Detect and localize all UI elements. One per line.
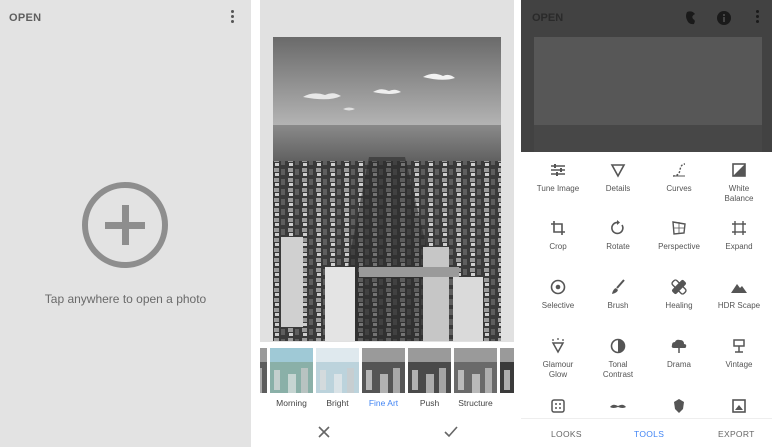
tool-vintage[interactable]: Vintage [708,337,770,370]
look-item[interactable]: Push [408,348,451,408]
look-thumbnail[interactable] [408,348,451,393]
tool-label: Tune Image [536,184,580,193]
tool-label: HDR Scape [717,301,761,310]
tool-label: Perspective [658,242,700,251]
bottom-tab-bar: LOOKS TOOLS EXPORT [521,418,772,447]
dimmed-photo [534,37,762,152]
mustache-icon [609,397,627,415]
tool-selective[interactable]: Selective [527,278,589,311]
tool-label: Details [605,184,631,193]
looks-filmstrip[interactable]: ow Morning Bright Fine Art Push Structure Si [260,348,514,410]
tool-rotate[interactable]: Rotate [587,219,649,252]
healing-icon [670,278,688,296]
look-label: Morning [276,398,307,408]
tool-tune-image[interactable]: Tune Image [527,161,589,194]
tool-healing[interactable]: Healing [648,278,710,311]
tool-glamour-glow[interactable]: Glamour Glow [527,337,589,379]
tool-label: Tonal Contrast [602,360,634,379]
style-icon[interactable] [684,10,698,31]
grainy-film-icon [549,397,567,415]
look-label: Fine Art [368,398,399,408]
look-label: Si [500,398,514,408]
look-label: Bright [326,398,349,408]
tool-grunge[interactable] [648,397,710,415]
white-balance-icon [730,161,748,179]
look-thumbnail[interactable] [500,348,514,393]
tool-label: Expand [725,242,753,251]
looks-screen: ow Morning Bright Fine Art Push Structure Si [260,0,514,447]
tools-screen: OPEN Tune Image Details Curves White Balanc… [521,0,772,447]
perspective-icon [670,219,688,237]
details-icon [609,161,627,179]
look-item[interactable]: ow [260,348,267,408]
tune-icon [549,161,567,179]
tool-label: Rotate [606,242,630,251]
curves-icon [670,161,688,179]
look-item[interactable]: Fine Art [362,348,405,408]
look-thumbnail[interactable] [270,348,313,393]
vintage-icon [730,337,748,355]
tool-details[interactable]: Details [587,161,649,194]
check-icon[interactable] [443,425,459,439]
open-label[interactable]: OPEN [9,12,41,24]
expand-icon [730,219,748,237]
add-circle-icon[interactable] [80,180,170,270]
tool-label: Drama [666,360,691,369]
tool-grainy-film[interactable] [527,397,589,415]
tool-frames[interactable] [708,397,770,415]
brush-icon [609,278,627,296]
open-screen[interactable]: OPEN Tap anywhere to open a photo [0,0,251,447]
open-photo-hint: Tap anywhere to open a photo [44,292,207,306]
look-item[interactable]: Morning [270,348,313,408]
selective-icon [549,278,567,296]
tool-label: Selective [541,301,575,310]
look-label: ow [260,398,267,408]
tool-perspective[interactable]: Perspective [648,219,710,252]
tool-label: White Balance [724,184,754,203]
info-icon[interactable] [716,10,732,31]
frames-icon [730,397,748,415]
tool-brush[interactable]: Brush [587,278,649,311]
drama-icon [670,337,688,355]
tool-white-balance[interactable]: White Balance [708,161,770,203]
tool-tonal-contrast[interactable]: Tonal Contrast [587,337,649,379]
grunge-icon [670,397,688,415]
tool-label: Curves [666,184,692,193]
look-label: Structure [458,398,493,408]
tool-label: Brush [607,301,629,310]
tool-hdr-scape[interactable]: HDR Scape [708,278,770,311]
tab-tools[interactable]: TOOLS [634,429,664,439]
look-label: Push [419,398,440,408]
tool-curves[interactable]: Curves [648,161,710,194]
dimmed-editor-overlay[interactable]: OPEN [521,0,772,152]
look-item[interactable]: Bright [316,348,359,408]
tool-expand[interactable]: Expand [708,219,770,252]
tool-drama[interactable]: Drama [648,337,710,370]
crop-icon [549,219,567,237]
tool-label: Healing [665,301,693,310]
photo-canvas [260,0,514,342]
close-icon[interactable] [317,425,331,439]
open-label[interactable]: OPEN [532,12,563,24]
more-vert-icon[interactable] [751,10,763,23]
tool-label: Crop [549,242,567,251]
tool-label: Glamour Glow [542,360,574,379]
tab-export[interactable]: EXPORT [718,429,755,439]
look-thumbnail[interactable] [260,348,267,393]
rotate-icon [609,219,627,237]
tool-label: Vintage [725,360,753,369]
look-thumbnail[interactable] [316,348,359,393]
glamour-glow-icon [549,337,567,355]
tool-crop[interactable]: Crop [527,219,589,252]
more-vert-icon[interactable] [226,10,238,26]
look-item[interactable]: Structure [454,348,497,408]
look-item[interactable]: Si [500,348,514,408]
hdr-scape-icon [730,278,748,296]
tonal-contrast-icon [609,337,627,355]
tab-looks[interactable]: LOOKS [551,429,582,439]
city-photo [273,37,501,341]
tool-mustache[interactable] [587,397,649,415]
look-thumbnail[interactable] [362,348,405,393]
look-thumbnail[interactable] [454,348,497,393]
